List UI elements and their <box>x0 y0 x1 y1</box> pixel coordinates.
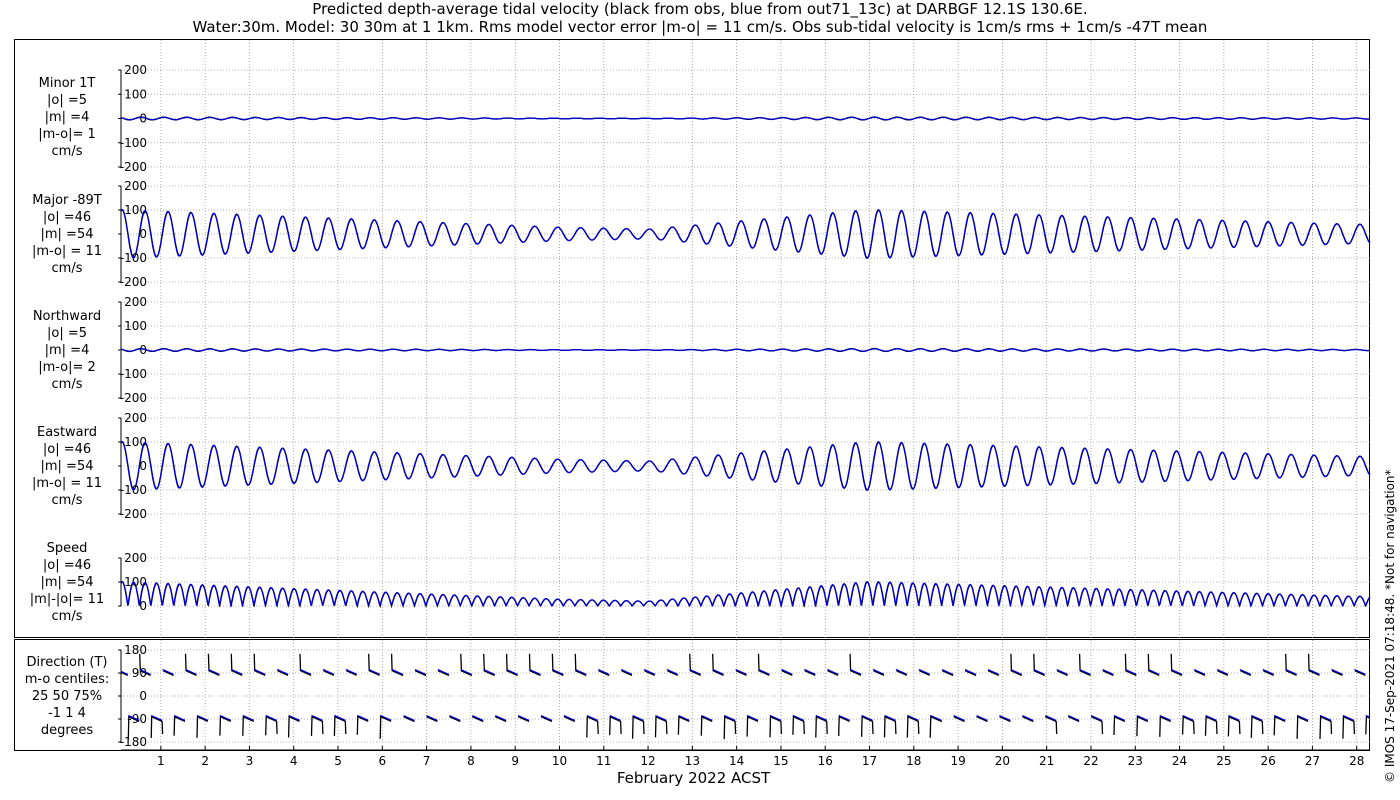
x-tick-label: 3 <box>246 754 254 768</box>
model-series-line <box>929 714 942 722</box>
x-axis-label: February 2022 ACST <box>616 769 771 787</box>
panel-label-line: |m| =54 <box>40 459 94 474</box>
panel-label-line: |m|-|o|= 11 <box>29 592 105 607</box>
x-tick-label: 11 <box>596 754 611 768</box>
panel-label-direction: Direction (T) m-o centiles: 25 50 75% -1 1 … <box>16 654 118 739</box>
x-tick-label: 1 <box>157 754 165 768</box>
x-tick-label: 6 <box>378 754 386 768</box>
x-tick-label: 5 <box>334 754 342 768</box>
x-tick-label: 27 <box>1305 754 1320 768</box>
y-tick-label: 200 <box>124 295 147 309</box>
x-tick-label: 10 <box>552 754 567 768</box>
panel-speed: 0100200 <box>118 551 1371 613</box>
panel-label-minor: Minor 1T |o| =5 |m| =4 |m-o|= 1 cm/s <box>16 75 118 160</box>
x-tick-label: 16 <box>818 754 833 768</box>
panel-major: -200-1000100200 <box>118 179 1371 289</box>
y-tick-label: 200 <box>124 551 147 565</box>
tidal-velocity-chart: 1 2 3 4 5 6 7 8 9 10 11 12 13 14 15 16 17 18 19 20 21 22 23 24 2… <box>14 39 1371 768</box>
panel-label-line: |o| =46 <box>42 442 92 457</box>
x-tick-label: 28 <box>1349 754 1364 768</box>
panel-label-line: |o| =5 <box>46 93 87 108</box>
y-tick-label: 200 <box>124 179 147 193</box>
panel-label-line: cm/s <box>51 144 83 159</box>
model-series-line <box>391 668 404 676</box>
x-tick-label: 25 <box>1216 754 1231 768</box>
panel-label-major: Major -89T |o| =46 |m| =54 |m-o| = 11 cm/s <box>16 192 118 277</box>
x-tick-label: 15 <box>773 754 788 768</box>
panel-label-northward: Northward |o| =5 |m| =4 |m-o|= 2 cm/s <box>16 308 118 393</box>
panel-label-line: Minor 1T <box>38 76 96 91</box>
y-tick-label: 0 <box>139 689 147 703</box>
y-tick-label: 200 <box>124 63 147 77</box>
obs-series-line <box>1090 715 1104 735</box>
y-tick-label: -200 <box>120 275 147 289</box>
panel-label-line: |m-o|= 1 <box>38 127 96 142</box>
y-tick-label: -200 <box>120 507 147 521</box>
y-tick-label: -100 <box>120 367 147 381</box>
panel-label-line: |o| =5 <box>46 326 87 341</box>
panel-label-line: m-o centiles: <box>24 672 110 687</box>
panel-label-line: Direction (T) <box>26 655 108 670</box>
panel-label-line: cm/s <box>51 609 83 624</box>
panel-label-line: cm/s <box>51 261 83 276</box>
x-tick-label: 21 <box>1039 754 1054 768</box>
x-tick-label: 24 <box>1172 754 1187 768</box>
panel-label-line: Major -89T <box>32 193 102 208</box>
x-tick-label: 17 <box>862 754 877 768</box>
panel-label-line: 25 50 75% <box>31 689 103 704</box>
panel-label-line: Speed <box>46 541 88 556</box>
x-tick-label: 26 <box>1260 754 1275 768</box>
panel-label-line: |m| =54 <box>40 575 94 590</box>
panel-label-line: degrees <box>40 723 94 738</box>
x-tick-label: 2 <box>201 754 209 768</box>
x-tick-label: 18 <box>906 754 921 768</box>
y-tick-label: -100 <box>120 136 147 150</box>
panel-direction: -180-90090180 <box>118 643 1371 749</box>
y-tick-label: -200 <box>120 160 147 174</box>
panel-label-line: |m-o|= 2 <box>38 360 96 375</box>
panel-label-line: Eastward <box>36 425 98 440</box>
panel-label-line: |m| =4 <box>44 110 90 125</box>
x-tick-label: 4 <box>290 754 298 768</box>
model-series-line <box>120 348 1370 352</box>
panel-label-line: |m| =54 <box>40 227 94 242</box>
panel-label-line: -1 1 4 <box>48 706 86 721</box>
y-tick-label: -180 <box>120 735 147 749</box>
x-tick-label: 13 <box>685 754 700 768</box>
y-tick-label: 100 <box>124 319 147 333</box>
x-tick-label: 9 <box>511 754 519 768</box>
panel-label-line: Northward <box>32 309 102 324</box>
model-series-line <box>120 580 1371 609</box>
x-tick-label: 8 <box>467 754 475 768</box>
panel-label-line: |m-o| = 11 <box>31 476 102 491</box>
x-tick-label: 20 <box>995 754 1010 768</box>
panel-minor: -200-1000100200 <box>118 63 1371 174</box>
panel-label-line: |o| =46 <box>42 210 92 225</box>
panel-label-line: |m| =4 <box>44 343 90 358</box>
panel-label-line: cm/s <box>51 377 83 392</box>
panel-northward: -200-1000100200 <box>118 295 1371 405</box>
x-tick-label: 23 <box>1128 754 1143 768</box>
panel-label-line: |o| =46 <box>42 558 92 573</box>
y-tick-label: -200 <box>120 391 147 405</box>
y-tick-label: 100 <box>124 87 147 101</box>
x-tick-label: 12 <box>640 754 655 768</box>
x-tick-label: 7 <box>423 754 431 768</box>
copyright-notice: © IMOS 17-Sep-2021 07:18:48. *Not for na… <box>1383 469 1397 783</box>
x-tick-label: 19 <box>950 754 965 768</box>
y-tick-label: 200 <box>124 411 147 425</box>
x-tick-label: 22 <box>1083 754 1098 768</box>
panel-label-speed: Speed |o| =46 |m| =54 |m|-|o|= 11 cm/s <box>16 540 118 625</box>
y-tick-label: 180 <box>124 643 147 657</box>
model-series-line <box>120 116 1370 121</box>
panel-label-eastward: Eastward |o| =46 |m| =54 |m-o| = 11 cm/s <box>16 424 118 509</box>
panel-eastward: -200-1000100200 <box>118 411 1371 521</box>
panel-label-line: |m-o| = 11 <box>31 244 102 259</box>
x-tick-label: 14 <box>729 754 744 768</box>
panel-label-line: cm/s <box>51 493 83 508</box>
